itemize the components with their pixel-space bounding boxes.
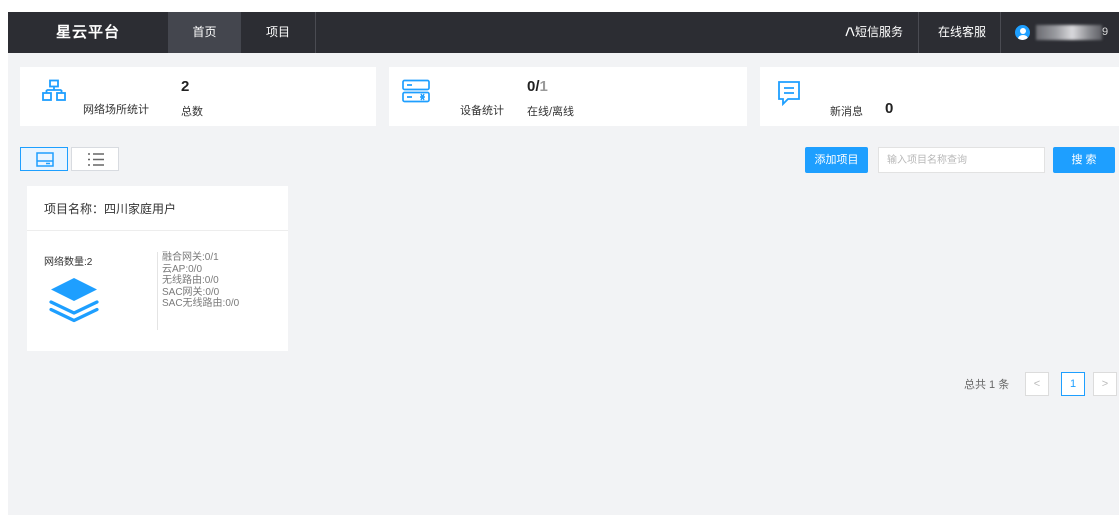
message-icon [778, 81, 800, 106]
add-project-button[interactable]: 添加项目 [805, 147, 868, 173]
nav-tab-home[interactable]: 首页 [168, 12, 241, 53]
devices-online-total: 0/1 [527, 78, 548, 95]
list-view-icon [88, 153, 104, 166]
project-card[interactable]: 项目名称：四川家庭用户 网络数量:2 融合网关:0/1 云AP:0/0 无线路由… [27, 186, 288, 351]
list-view-toggle[interactable] [71, 147, 119, 171]
stat-card-network-sites[interactable]: 网络场所统计 2 总数 [20, 67, 376, 126]
project-card-title: 项目名称：四川家庭用户 [27, 186, 288, 231]
search-button[interactable]: 搜 索 [1053, 147, 1115, 173]
pagination-prev-button[interactable]: < [1025, 372, 1049, 396]
user-avatar-icon [1015, 25, 1030, 40]
device-summary-item: 云AP:0/0 [162, 263, 203, 275]
pagination-next-button[interactable]: > [1093, 372, 1117, 396]
page-body: 星云平台 首页 项目 短信服务 在线客服 9 网络场所统计 2 总数 设备统计 … [8, 12, 1119, 515]
username-suffix: 9 [1102, 26, 1109, 38]
brand-logo-text[interactable]: 星云平台 [8, 12, 168, 53]
device-summary-item: SAC无线路由:0/0 [162, 298, 240, 310]
nav-divider [315, 12, 316, 53]
messages-count: 0 [885, 100, 894, 117]
network-topology-icon [42, 79, 66, 101]
username-redacted [1036, 25, 1102, 40]
device-summary-item: SAC网关:0/0 [162, 286, 220, 298]
stat-card-messages[interactable]: 新消息 0 [760, 67, 1119, 126]
devices-label: 设备统计 [460, 105, 504, 117]
stat-card-devices[interactable]: 设备统计 0/1 在线/离线 [389, 67, 747, 126]
devices-total-count: 1 [539, 78, 548, 95]
devices-sub-label: 在线/离线 [527, 106, 575, 118]
device-summary-list: 融合网关:0/1 云AP:0/0 无线路由:0/0 SAC网关:0/0 SAC无… [162, 252, 239, 310]
layers-stack-icon [49, 278, 99, 323]
network-sites-count: 2 [181, 78, 190, 95]
sms-service-label: 短信服务 [854, 25, 903, 39]
sms-service-link[interactable]: 短信服务 [838, 12, 910, 53]
nav-divider [1000, 12, 1001, 53]
network-count: 网络数量:2 [44, 257, 93, 268]
user-menu[interactable]: 9 [1008, 12, 1119, 53]
device-summary-item: 无线路由:0/0 [162, 275, 219, 287]
nav-divider [918, 12, 919, 53]
card-divider [157, 252, 158, 330]
pagination-total: 总共 1 条 [964, 379, 1010, 391]
device-summary-item: 融合网关:0/1 [162, 252, 219, 263]
sms-icon [845, 27, 855, 37]
project-search-input[interactable] [878, 147, 1045, 173]
card-view-icon [36, 152, 54, 167]
online-support-link[interactable]: 在线客服 [926, 12, 998, 53]
network-sites-sub-label: 总数 [181, 106, 203, 118]
messages-label: 新消息 [830, 106, 863, 118]
top-navbar: 星云平台 首页 项目 短信服务 在线客服 9 [8, 12, 1119, 53]
network-sites-label: 网络场所统计 [83, 104, 149, 116]
device-server-icon [402, 79, 430, 103]
nav-tab-projects[interactable]: 项目 [241, 12, 315, 53]
card-view-toggle[interactable] [20, 147, 68, 171]
pagination-page-1[interactable]: 1 [1061, 372, 1085, 396]
